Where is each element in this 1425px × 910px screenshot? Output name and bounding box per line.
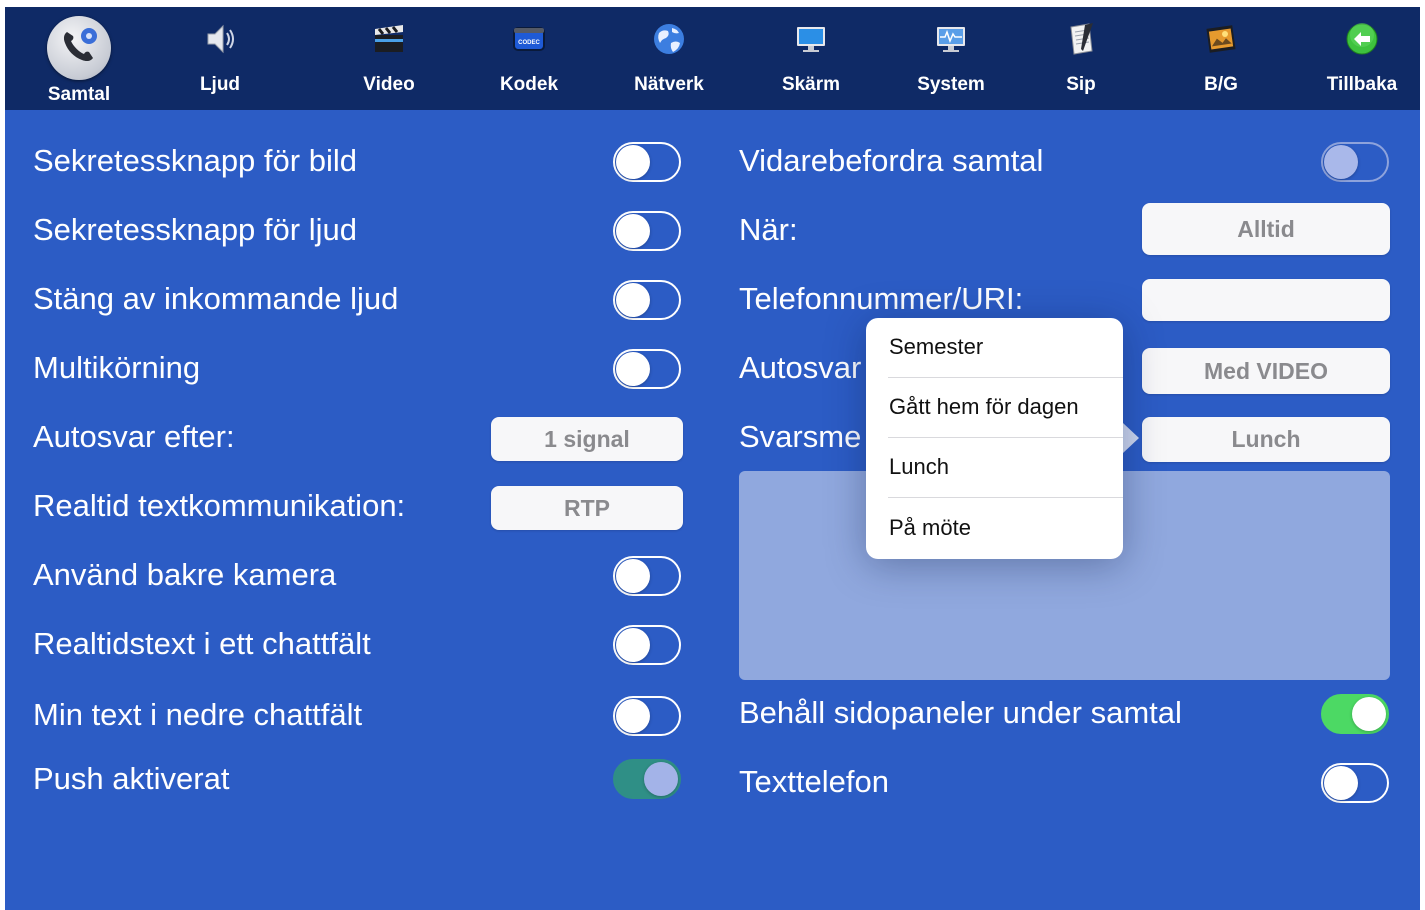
audio-privacy-toggle[interactable]	[613, 211, 681, 251]
tab-label: Kodek	[499, 74, 559, 95]
video-privacy-toggle[interactable]	[613, 142, 681, 182]
popover-item-pa-mote[interactable]: På möte	[866, 499, 1123, 559]
reply-message-select[interactable]: Lunch	[1142, 417, 1390, 462]
rtt-label: Realtid textkommunikation:	[33, 488, 406, 523]
phone-uri-input[interactable]	[1142, 279, 1390, 321]
keep-side-panels-label: Behåll sidopaneler under samtal	[739, 695, 1182, 730]
app-window: Samtal Ljud Video CODEC Kodek Nätverk Sk…	[5, 7, 1420, 910]
multitasking-toggle[interactable]	[613, 349, 681, 389]
globe-icon	[654, 24, 684, 54]
autoanswer-label: Autosvar	[739, 350, 862, 385]
reply-message-popover: Semester Gått hem för dagen Lunch På möt…	[866, 318, 1123, 559]
rtt-single-field-label: Realtidstext i ett chattfält	[33, 626, 371, 661]
phone-settings-icon	[63, 28, 97, 62]
tab-label: Samtal	[47, 84, 111, 105]
text-telephone-toggle[interactable]	[1321, 763, 1389, 803]
toggle-knob	[616, 352, 650, 386]
popover-item-label: Lunch	[889, 454, 949, 479]
toggle-knob	[1352, 697, 1386, 731]
toggle-knob	[1324, 766, 1358, 800]
autoanswer-after-label: Autosvar efter:	[33, 419, 235, 454]
popover-item-label: På möte	[889, 515, 971, 540]
tab-label: Skärm	[781, 74, 841, 95]
tab-kodek[interactable]: CODEC Kodek	[474, 7, 584, 110]
popover-arrow	[1123, 423, 1139, 453]
toggle-knob	[616, 214, 650, 248]
monitor-icon	[797, 27, 825, 52]
push-label: Push aktiverat	[33, 761, 230, 796]
tab-tillbaka[interactable]: Tillbaka	[1307, 7, 1417, 110]
push-toggle[interactable]	[613, 759, 681, 799]
back-arrow-icon	[1346, 23, 1378, 55]
toggle-knob	[616, 699, 650, 733]
phone-uri-label: Telefonnummer/URI:	[739, 281, 1024, 316]
my-text-lower-label: Min text i nedre chattfält	[33, 697, 363, 732]
mute-incoming-label: Stäng av inkommande ljud	[33, 281, 399, 316]
popover-item-label: Gått hem för dagen	[889, 394, 1079, 419]
my-text-lower-toggle[interactable]	[613, 696, 681, 736]
tab-label: Sip	[1066, 74, 1096, 95]
reply-message-label: Svarsme	[739, 419, 862, 454]
text-telephone-label: Texttelefon	[739, 764, 889, 799]
tab-label: Tillbaka	[1326, 74, 1398, 95]
rear-camera-label: Använd bakre kamera	[33, 557, 337, 592]
toggle-knob	[616, 145, 650, 179]
divider	[888, 497, 1123, 498]
tab-bg[interactable]: B/G	[1166, 7, 1276, 110]
tab-label: B/G	[1204, 74, 1238, 95]
toggle-knob	[616, 628, 650, 662]
tab-sip[interactable]: Sip	[1026, 7, 1136, 110]
popover-item-semester[interactable]: Semester	[866, 318, 1123, 378]
tab-label: Nätverk	[634, 74, 704, 95]
tab-system[interactable]: System	[896, 7, 1006, 110]
codec-icon-text: CODEC	[518, 40, 540, 46]
popover-item-lunch[interactable]: Lunch	[866, 438, 1123, 498]
top-toolbar: Samtal Ljud Video CODEC Kodek Nätverk Sk…	[5, 7, 1420, 110]
tab-samtal[interactable]: Samtal	[24, 7, 134, 110]
tab-skarm[interactable]: Skärm	[756, 7, 866, 110]
autoanswer-select[interactable]: Med VIDEO	[1142, 348, 1390, 394]
when-label: När:	[739, 212, 798, 247]
toggle-knob	[616, 283, 650, 317]
system-monitor-icon	[937, 27, 965, 52]
rear-camera-toggle[interactable]	[613, 556, 681, 596]
tab-ljud[interactable]: Ljud	[165, 7, 275, 110]
rtt-single-field-toggle[interactable]	[613, 625, 681, 665]
toggle-knob	[616, 559, 650, 593]
rtt-select[interactable]: RTP	[491, 486, 683, 530]
when-select[interactable]: Alltid	[1142, 203, 1390, 255]
audio-privacy-label: Sekretessknapp för ljud	[33, 212, 357, 247]
popover-item-gatt-hem[interactable]: Gått hem för dagen	[866, 378, 1123, 438]
tab-video[interactable]: Video	[334, 7, 444, 110]
codec-chip-icon: CODEC	[513, 27, 545, 51]
clapperboard-icon	[375, 25, 403, 52]
toggle-knob	[1324, 145, 1358, 179]
keep-side-panels-toggle[interactable]	[1321, 694, 1389, 734]
picture-icon	[1206, 25, 1236, 53]
toggle-knob	[644, 762, 678, 796]
tab-label: Ljud	[199, 74, 241, 95]
mute-incoming-toggle[interactable]	[613, 280, 681, 320]
tab-label: System	[917, 74, 985, 95]
popover-item-label: Semester	[889, 334, 984, 359]
video-privacy-label: Sekretessknapp för bild	[33, 143, 357, 178]
multitasking-label: Multikörning	[33, 350, 201, 385]
autoanswer-after-select[interactable]: 1 signal	[491, 417, 683, 461]
forward-calls-label: Vidarebefordra samtal	[739, 143, 1044, 178]
forward-calls-toggle[interactable]	[1321, 142, 1389, 182]
tab-natverk[interactable]: Nätverk	[614, 7, 724, 110]
tab-label: Video	[363, 74, 415, 95]
notepad-icon	[1070, 23, 1093, 55]
speaker-icon	[207, 24, 234, 54]
